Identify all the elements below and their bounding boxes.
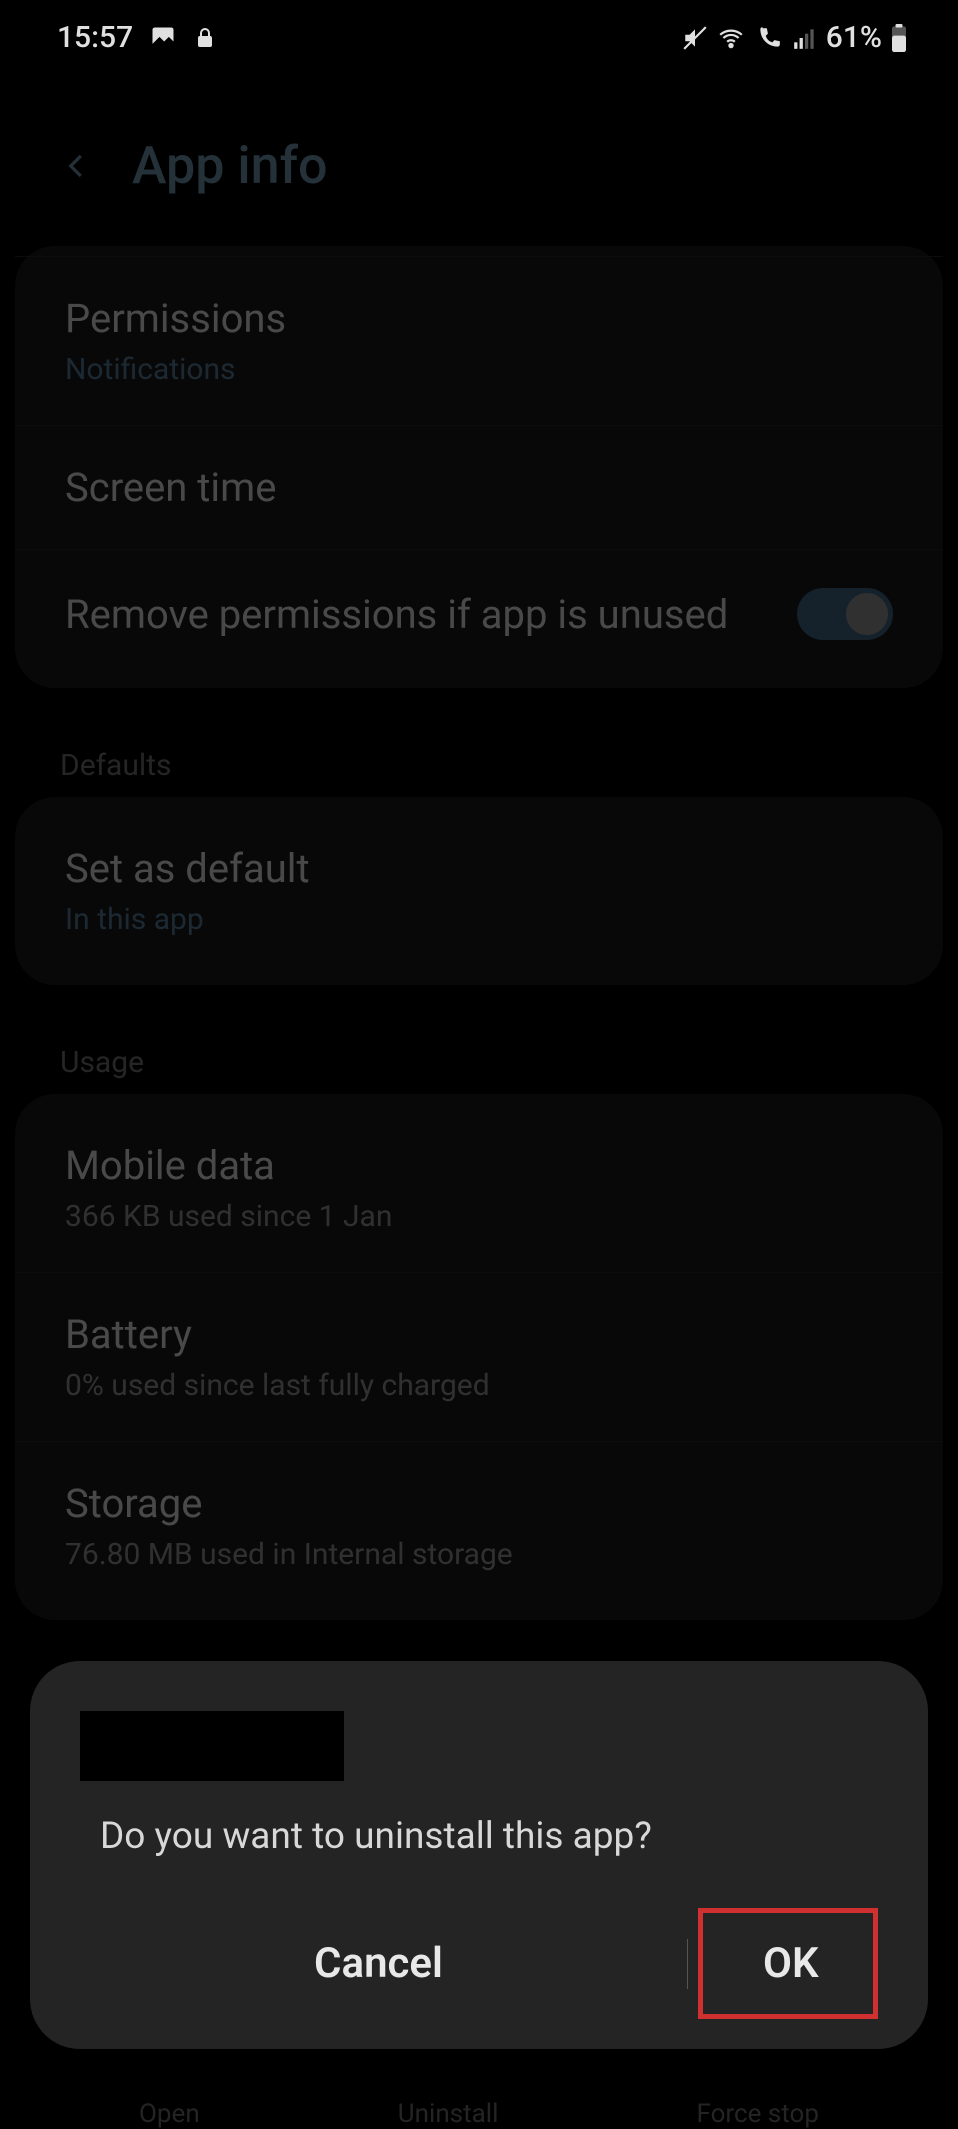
toggle-knob bbox=[843, 590, 891, 638]
row-set-default[interactable]: Set as default In this app bbox=[15, 807, 943, 975]
wifi-icon bbox=[716, 25, 746, 51]
row-screen-time[interactable]: Screen time bbox=[15, 425, 943, 549]
dialog-button-row: Cancel OK bbox=[30, 1908, 928, 2019]
row-subtitle: 0% used since last fully charged bbox=[65, 1368, 893, 1403]
row-title: Storage bbox=[65, 1480, 893, 1527]
row-remove-permissions[interactable]: Remove permissions if app is unused bbox=[15, 549, 943, 678]
status-bar: 15:57 61% bbox=[0, 0, 958, 75]
cancel-button[interactable]: Cancel bbox=[70, 1909, 687, 2018]
row-title: Remove permissions if app is unused bbox=[65, 591, 728, 638]
header: App info bbox=[0, 75, 958, 246]
wifi-calling-icon bbox=[754, 25, 784, 51]
image-icon bbox=[149, 24, 177, 52]
row-subtitle: In this app bbox=[65, 902, 893, 937]
row-title: Mobile data bbox=[65, 1142, 893, 1189]
section-privacy: Permissions Notifications Screen time Re… bbox=[15, 246, 943, 688]
row-title: Set as default bbox=[65, 845, 893, 892]
dialog-app-name-redacted bbox=[80, 1711, 344, 1781]
bottom-action-bar: Open Uninstall Force stop bbox=[0, 2079, 958, 2129]
signal-icon bbox=[792, 25, 818, 51]
uninstall-dialog: Do you want to uninstall this app? Cance… bbox=[30, 1661, 928, 2049]
row-title: Screen time bbox=[65, 464, 893, 511]
lock-icon bbox=[193, 24, 217, 52]
dialog-divider bbox=[687, 1939, 688, 1989]
row-storage[interactable]: Storage 76.80 MB used in Internal storag… bbox=[15, 1441, 943, 1610]
row-subtitle: 366 KB used since 1 Jan bbox=[65, 1199, 893, 1234]
dialog-message: Do you want to uninstall this app? bbox=[30, 1815, 928, 1908]
open-button[interactable]: Open bbox=[139, 2099, 200, 2129]
row-permissions[interactable]: Permissions Notifications bbox=[15, 256, 943, 425]
force-stop-button[interactable]: Force stop bbox=[697, 2099, 819, 2129]
ok-button[interactable]: OK bbox=[698, 1908, 878, 2019]
section-label-usage: Usage bbox=[0, 1015, 958, 1094]
section-label-defaults: Defaults bbox=[0, 718, 958, 797]
row-title: Battery bbox=[65, 1311, 893, 1358]
status-time: 15:57 bbox=[57, 20, 133, 55]
row-battery[interactable]: Battery 0% used since last fully charged bbox=[15, 1272, 943, 1441]
back-icon[interactable] bbox=[62, 141, 92, 191]
mute-icon bbox=[682, 25, 708, 51]
row-mobile-data[interactable]: Mobile data 366 KB used since 1 Jan bbox=[15, 1104, 943, 1272]
page-title: App info bbox=[132, 135, 327, 196]
row-title: Permissions bbox=[65, 295, 893, 342]
remove-permissions-toggle[interactable] bbox=[797, 588, 893, 640]
battery-percent: 61% bbox=[826, 20, 882, 55]
uninstall-button[interactable]: Uninstall bbox=[398, 2099, 499, 2129]
section-defaults: Set as default In this app bbox=[15, 797, 943, 985]
row-subtitle: 76.80 MB used in Internal storage bbox=[65, 1537, 893, 1572]
battery-icon bbox=[890, 24, 908, 52]
section-usage: Mobile data 366 KB used since 1 Jan Batt… bbox=[15, 1094, 943, 1620]
row-subtitle: Notifications bbox=[65, 352, 893, 387]
